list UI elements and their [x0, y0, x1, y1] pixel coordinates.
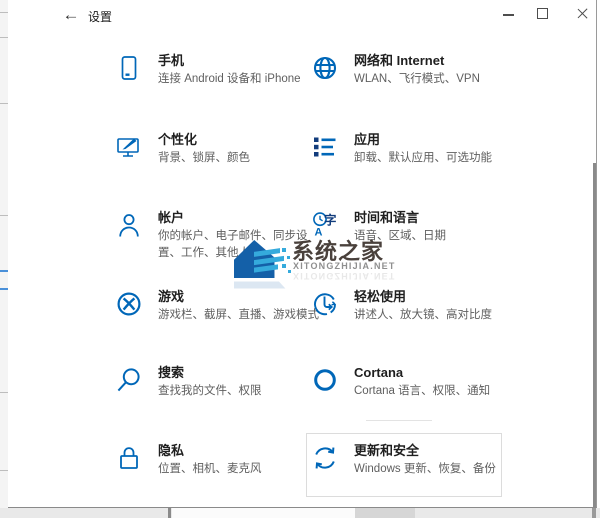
watermark-site-reflection: XITONGZHIJIA.NET	[293, 271, 396, 281]
sync-icon	[311, 444, 339, 472]
window-title: 设置	[88, 8, 112, 25]
tile-title: 网络和 Internet	[354, 53, 516, 69]
watermark-site: XITONGZHIJIA.NET	[293, 261, 396, 271]
tile-title: 应用	[354, 132, 516, 148]
tile-subtitle: Windows 更新、恢复、备份	[354, 461, 516, 478]
tile-subtitle: 你的帐户、电子邮件、同步设置、工作、其他人员	[158, 228, 320, 262]
tile-update-security[interactable]: 更新和安全 Windows 更新、恢复、备份	[311, 443, 516, 478]
tile-title: 隐私	[158, 443, 320, 459]
tile-title: 轻松使用	[354, 289, 516, 305]
xbox-icon	[115, 290, 143, 318]
tile-title: 个性化	[158, 132, 320, 148]
globe-icon	[311, 54, 339, 82]
tile-apps[interactable]: 应用 卸载、默认应用、可选功能	[311, 132, 516, 167]
close-button[interactable]	[560, 0, 594, 28]
clock-language-icon: 字A	[311, 211, 339, 239]
tile-subtitle: WLAN、飞行模式、VPN	[354, 71, 516, 88]
tile-title: 帐户	[158, 210, 320, 226]
tile-personalization[interactable]: 个性化 背景、锁屏、颜色	[115, 132, 320, 167]
tile-subtitle: 语音、区域、日期	[354, 228, 516, 245]
person-icon	[115, 211, 143, 239]
tile-title: Cortana	[354, 365, 516, 381]
tile-cortana[interactable]: Cortana Cortana 语言、权限、通知	[311, 365, 516, 400]
tile-subtitle: Cortana 语言、权限、通知	[354, 383, 516, 400]
tile-subtitle: 讲述人、放大镜、高对比度	[354, 307, 516, 324]
tile-subtitle: 背景、锁屏、颜色	[158, 150, 320, 167]
screen: ← 设置 手机 连接 Android 设备和 iPhone 网络和 Intern…	[0, 0, 600, 518]
personalization-icon	[115, 133, 143, 161]
tile-subtitle: 游戏栏、截屏、直播、游戏模式	[158, 307, 320, 324]
svg-text:A: A	[315, 227, 323, 239]
maximize-icon	[537, 8, 548, 19]
background-window-bottom	[0, 508, 600, 518]
minimize-button[interactable]	[492, 0, 526, 28]
tile-title: 时间和语言	[354, 210, 516, 226]
tile-accounts[interactable]: 帐户 你的帐户、电子邮件、同步设置、工作、其他人员	[115, 210, 320, 262]
scrollbar[interactable]	[593, 163, 596, 507]
tile-subtitle: 查找我的文件、权限	[158, 383, 320, 400]
apps-list-icon	[311, 133, 339, 161]
back-button[interactable]: ←	[57, 2, 85, 28]
tile-ease-of-access[interactable]: 轻松使用 讲述人、放大镜、高对比度	[311, 289, 516, 324]
search-icon	[115, 366, 143, 394]
phone-icon	[115, 54, 143, 82]
lock-icon	[115, 444, 143, 472]
tile-title: 游戏	[158, 289, 320, 305]
cortana-ring-icon	[311, 366, 339, 394]
tile-subtitle: 位置、相机、麦克风	[158, 461, 320, 478]
tile-phone[interactable]: 手机 连接 Android 设备和 iPhone	[115, 53, 320, 88]
maximize-button[interactable]	[526, 0, 560, 28]
tile-network[interactable]: 网络和 Internet WLAN、飞行模式、VPN	[311, 53, 516, 88]
minimize-icon	[503, 14, 514, 16]
close-icon	[576, 7, 589, 20]
background-artifact-line	[366, 420, 432, 421]
tile-search[interactable]: 搜索 查找我的文件、权限	[115, 365, 320, 400]
window-controls	[492, 0, 594, 30]
tile-subtitle: 连接 Android 设备和 iPhone	[158, 71, 320, 88]
tile-title: 搜索	[158, 365, 320, 381]
tile-privacy[interactable]: 隐私 位置、相机、麦克风	[115, 443, 320, 478]
titlebar: ← 设置	[8, 0, 596, 32]
svg-text:字: 字	[324, 213, 337, 228]
tile-title: 手机	[158, 53, 320, 69]
ease-of-access-icon	[311, 290, 339, 318]
tile-title: 更新和安全	[354, 443, 516, 459]
tile-time-language[interactable]: 字A 时间和语言 语音、区域、日期	[311, 210, 516, 245]
tile-gaming[interactable]: 游戏 游戏栏、截屏、直播、游戏模式	[115, 289, 320, 324]
tile-subtitle: 卸载、默认应用、可选功能	[354, 150, 516, 167]
settings-window: ← 设置 手机 连接 Android 设备和 iPhone 网络和 Intern…	[8, 0, 597, 508]
